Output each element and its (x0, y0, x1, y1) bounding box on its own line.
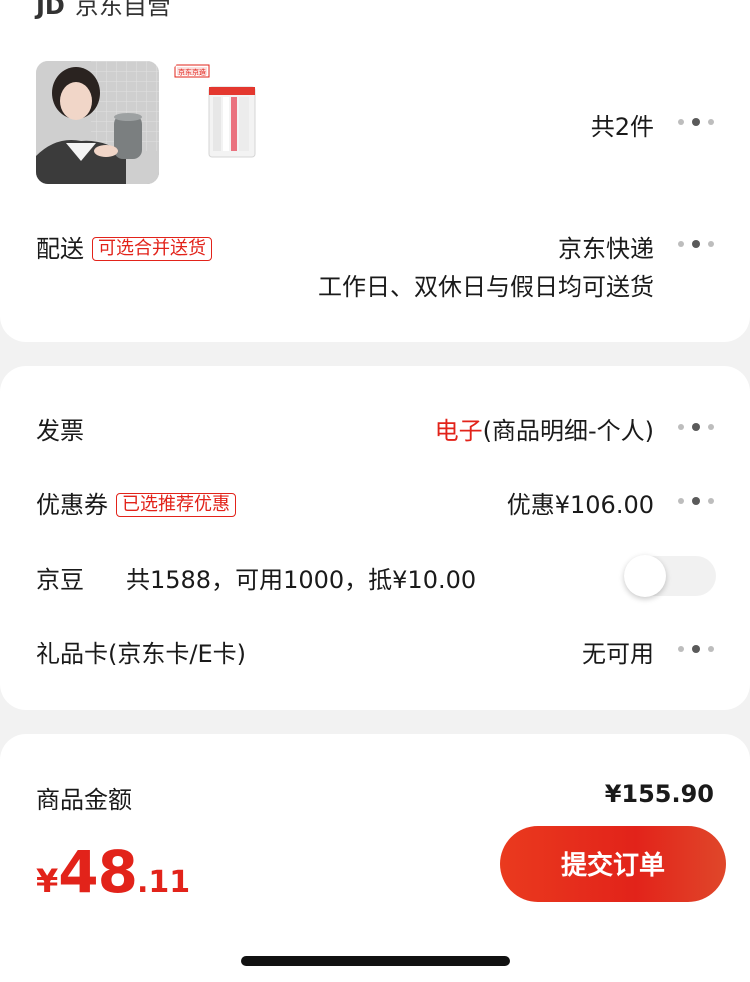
coupon-value[interactable]: 优惠¥106.00 (354, 485, 654, 520)
item-more-icon[interactable] (676, 116, 714, 128)
price-decimal: .11 (136, 865, 191, 900)
amount-value: ¥155.90 (604, 780, 714, 808)
delivery-label: 配送 (36, 235, 84, 263)
item-count: 共2件 (590, 113, 654, 141)
product-photo-icon (36, 61, 159, 184)
gift-card-value[interactable]: 无可用 (454, 634, 654, 669)
coupon-more-icon[interactable] (676, 495, 714, 507)
amount-label: 商品金额 (36, 786, 132, 814)
invoice-label: 发票 (36, 417, 84, 445)
delivery-row: 配送 可选合并送货 (36, 229, 212, 264)
price-integer: 48 (58, 838, 138, 906)
coupon-row: 优惠券 已选推荐优惠 (36, 485, 236, 520)
jingdou-toggle[interactable] (624, 555, 716, 597)
gift-card-label: 礼品卡(京东卡/E卡) (36, 640, 246, 668)
submit-order-button[interactable]: 提交订单 (500, 826, 726, 902)
product-thumbnail-1[interactable] (36, 61, 159, 184)
coupon-tag: 已选推荐优惠 (116, 493, 236, 517)
thumb-badge-text: 京东京造 (178, 68, 206, 77)
total-price: ¥48.11 (36, 838, 190, 906)
invoice-type: 电子 (434, 417, 483, 445)
invoice-value[interactable]: 电子(商品明细-个人) (254, 411, 654, 446)
delivery-schedule: 工作日、双休日与假日均可送货 (318, 273, 654, 301)
currency-symbol: ¥ (36, 862, 59, 900)
toggle-knob (624, 555, 666, 597)
delivery-method[interactable]: 京东快递 (294, 229, 654, 264)
coupon-label: 优惠券 (36, 491, 108, 519)
product-box-icon: 京东京造 (174, 64, 256, 158)
jd-logo: JD (36, 0, 65, 20)
store-name: 京东自营 (74, 0, 171, 20)
jingdou-label: 京豆 (36, 566, 84, 594)
store-title: JD 京东自营 (36, 0, 171, 21)
product-thumbnail-2[interactable]: 京东京造 (173, 61, 259, 184)
invoice-detail: (商品明细-个人) (482, 417, 654, 445)
gift-card-more-icon[interactable] (676, 643, 714, 655)
invoice-more-icon[interactable] (676, 421, 714, 433)
delivery-more-icon[interactable] (676, 238, 714, 250)
jingdou-info: 共1588，可用1000，抵¥10.00 (126, 566, 477, 594)
home-indicator[interactable] (241, 956, 510, 966)
merge-delivery-tag[interactable]: 可选合并送货 (92, 237, 212, 261)
